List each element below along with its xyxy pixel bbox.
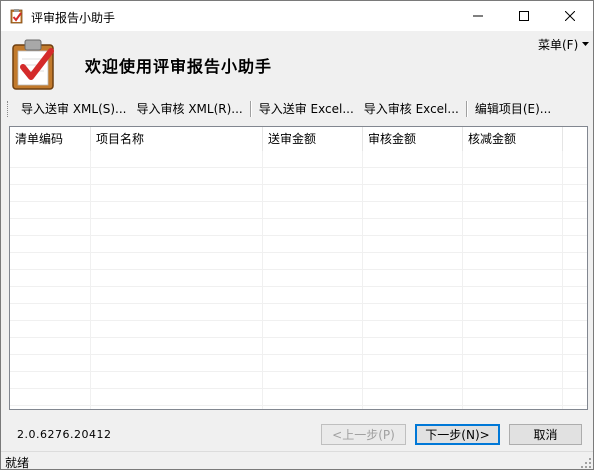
status-text: 就绪 <box>5 456 30 470</box>
status-bar: 就绪 <box>1 451 593 470</box>
welcome-title: 欢迎使用评审报告小助手 <box>85 57 273 76</box>
toolbar-grip[interactable] <box>7 101 10 117</box>
chevron-down-icon <box>582 42 590 46</box>
menu-label: 菜单(F) <box>538 38 579 52</box>
empty-row <box>10 202 587 219</box>
column-header-code[interactable]: 清单编码 <box>10 127 91 151</box>
resize-grip-icon[interactable] <box>581 458 591 468</box>
empty-row <box>10 151 587 168</box>
version-label: 2.0.6276.20412 <box>17 428 112 441</box>
close-icon <box>565 11 575 21</box>
empty-row <box>10 168 587 185</box>
column-header-audited-amount[interactable]: 审核金额 <box>363 127 463 151</box>
import-audit-xml-button[interactable]: 导入审核 XML(R)... <box>132 98 248 120</box>
empty-row <box>10 372 587 389</box>
clipboard-check-logo-icon <box>12 39 54 90</box>
import-submit-xml-button[interactable]: 导入送审 XML(S)... <box>16 98 132 120</box>
app-window: 评审报告小助手 欢迎使用评审报告小助手 菜单(F) 导入送审 XML(S)...… <box>0 0 594 470</box>
empty-row <box>10 185 587 202</box>
table-header: 清单编码 项目名称 送审金额 审核金额 核减金额 <box>10 127 587 151</box>
empty-row <box>10 287 587 304</box>
toolbar: 导入送审 XML(S)... 导入审核 XML(R)... 导入送审 Excel… <box>1 97 593 121</box>
edit-project-button[interactable]: 编辑项目(E)... <box>470 98 556 120</box>
minimize-button[interactable] <box>455 1 501 31</box>
cancel-button[interactable]: 取消 <box>509 424 582 445</box>
import-audit-excel-button[interactable]: 导入审核 Excel... <box>359 98 464 120</box>
empty-row <box>10 304 587 321</box>
previous-button[interactable]: <上一步(P) <box>321 424 406 445</box>
table-body <box>10 151 587 409</box>
minimize-icon <box>473 15 483 17</box>
column-header-reduced-amount[interactable]: 核减金额 <box>463 127 563 151</box>
menu-button[interactable]: 菜单(F) <box>538 36 590 53</box>
empty-row <box>10 389 587 406</box>
empty-row <box>10 236 587 253</box>
welcome-header: 欢迎使用评审报告小助手 菜单(F) <box>1 31 593 93</box>
empty-row <box>10 355 587 372</box>
column-header-name[interactable]: 项目名称 <box>91 127 263 151</box>
toolbar-separator <box>249 101 252 117</box>
empty-row <box>10 338 587 355</box>
next-button[interactable]: 下一步(N)> <box>415 424 500 445</box>
close-button[interactable] <box>547 1 593 31</box>
empty-row <box>10 253 587 270</box>
title-bar[interactable]: 评审报告小助手 <box>1 1 593 31</box>
empty-row <box>10 321 587 338</box>
toolbar-separator <box>465 101 468 117</box>
maximize-button[interactable] <box>501 1 547 31</box>
window-title: 评审报告小助手 <box>31 11 116 25</box>
empty-row <box>10 219 587 236</box>
empty-row <box>10 270 587 287</box>
items-table[interactable]: 清单编码 项目名称 送审金额 审核金额 核减金额 <box>9 126 588 410</box>
column-header-submitted-amount[interactable]: 送审金额 <box>263 127 363 151</box>
import-submit-excel-button[interactable]: 导入送审 Excel... <box>254 98 359 120</box>
clipboard-check-icon <box>10 9 23 24</box>
maximize-icon <box>519 11 529 21</box>
